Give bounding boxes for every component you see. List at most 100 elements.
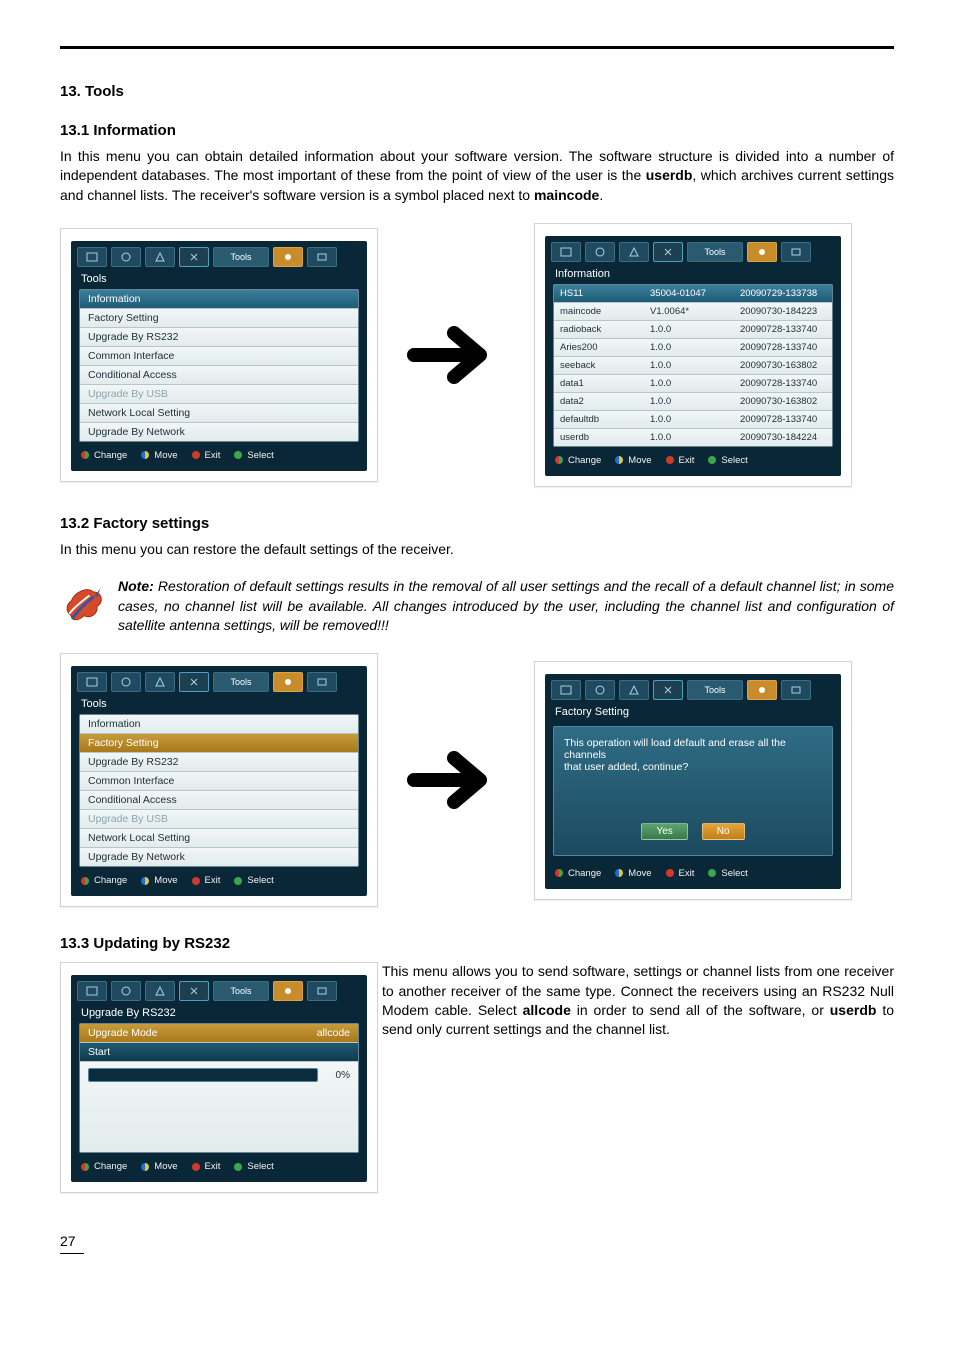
yes-button[interactable]: Yes [641, 823, 687, 840]
nav-dot [708, 456, 716, 464]
nav-dot [708, 869, 716, 877]
footer-exit: Exit [205, 875, 221, 886]
menu-item-usb[interactable]: Upgrade By USB [80, 385, 358, 404]
tab-icon[interactable] [747, 680, 777, 700]
tab-icon[interactable] [747, 242, 777, 262]
no-button[interactable]: No [702, 823, 745, 840]
tab-label[interactable]: Tools [213, 981, 269, 1001]
menu-item-upg-network[interactable]: Upgrade By Network [80, 423, 358, 441]
panel-title: Tools [71, 271, 367, 289]
info-cell: 20090728-133740 [734, 339, 832, 356]
tab-label[interactable]: Tools [687, 680, 743, 700]
menu-item-information[interactable]: Information [80, 290, 358, 309]
heading-tools: 13. Tools [60, 83, 894, 100]
menu-item-usb[interactable]: Upgrade By USB [80, 810, 358, 829]
tab-icon[interactable] [551, 242, 581, 262]
menu-item-ca[interactable]: Conditional Access [80, 791, 358, 810]
tab-label[interactable]: Tools [687, 242, 743, 262]
footer-select: Select [721, 455, 747, 466]
heading-13-2: 13.2 Factory settings [60, 515, 894, 532]
tab-icon[interactable] [781, 680, 811, 700]
info-cell: 1.0.0 [644, 393, 734, 410]
nav-dot [81, 877, 89, 885]
tab-icon[interactable] [585, 680, 615, 700]
tv-tools-menu: Tools Tools Information Factory Setting … [60, 228, 378, 482]
menu-item-network-local[interactable]: Network Local Setting [80, 829, 358, 848]
tv-tabs: Tools [545, 674, 841, 704]
dialog-line1: This operation will load default and era… [564, 737, 822, 761]
tab-icon[interactable] [145, 981, 175, 1001]
tab-label[interactable]: Tools [213, 247, 269, 267]
progress-bar [88, 1068, 318, 1082]
info-row[interactable]: radioback 1.0.0 20090728-133740 [554, 321, 832, 339]
note-label: Note: [118, 578, 154, 594]
footer-exit: Exit [679, 868, 695, 879]
rs-mode-row[interactable]: Upgrade Mode allcode [80, 1024, 358, 1043]
info-row[interactable]: defaultdb 1.0.0 20090728-133740 [554, 411, 832, 429]
info-row[interactable]: Aries200 1.0.0 20090728-133740 [554, 339, 832, 357]
info-row[interactable]: seeback 1.0.0 20090730-163802 [554, 357, 832, 375]
tv-rs232: Tools Upgrade By RS232 Upgrade Mode allc… [60, 962, 378, 1193]
heading-13-3: 13.3 Updating by RS232 [60, 935, 894, 952]
tab-icon[interactable] [307, 981, 337, 1001]
tab-icon[interactable] [307, 247, 337, 267]
tab-icon[interactable] [77, 247, 107, 267]
info-row[interactable]: data2 1.0.0 20090730-163802 [554, 393, 832, 411]
info-row[interactable]: HS11 35004-01047 20090729-133738 [554, 285, 832, 303]
footer-move: Move [628, 455, 651, 466]
menu-item-information[interactable]: Information [80, 715, 358, 734]
info-row[interactable]: data1 1.0.0 20090728-133740 [554, 375, 832, 393]
menu-item-upg-network[interactable]: Upgrade By Network [80, 848, 358, 866]
menu-item-network-local[interactable]: Network Local Setting [80, 404, 358, 423]
tv-information: Tools Information HS11 35004-01047 20090… [534, 223, 852, 487]
rs-progress: 0% [80, 1062, 358, 1152]
info-row[interactable]: userdb 1.0.0 20090730-184224 [554, 429, 832, 446]
note-text: Note: Restoration of default settings re… [118, 577, 894, 635]
info-cell: 20090728-133740 [734, 375, 832, 392]
nav-dot [666, 456, 674, 464]
tab-icon[interactable] [585, 242, 615, 262]
menu-item-ci[interactable]: Common Interface [80, 772, 358, 791]
tab-icon[interactable] [111, 981, 141, 1001]
tab-label[interactable]: Tools [213, 672, 269, 692]
tab-icon-active[interactable] [179, 981, 209, 1001]
menu-item-factory[interactable]: Factory Setting [80, 309, 358, 328]
tab-icon[interactable] [273, 672, 303, 692]
tab-icon[interactable] [111, 247, 141, 267]
tab-icon-active[interactable] [653, 242, 683, 262]
tab-icon[interactable] [551, 680, 581, 700]
tab-icon-active[interactable] [179, 247, 209, 267]
tab-icon[interactable] [781, 242, 811, 262]
tab-icon[interactable] [145, 247, 175, 267]
footer-exit: Exit [679, 455, 695, 466]
tab-icon-active[interactable] [179, 672, 209, 692]
menu-item-rs232[interactable]: Upgrade By RS232 [80, 753, 358, 772]
tv-tabs: Tools [71, 975, 367, 1005]
tab-icon[interactable] [111, 672, 141, 692]
info-cell: 1.0.0 [644, 321, 734, 338]
menu-item-ci[interactable]: Common Interface [80, 347, 358, 366]
info-row[interactable]: maincode V1.0064* 20090730-184223 [554, 303, 832, 321]
menu-item-rs232[interactable]: Upgrade By RS232 [80, 328, 358, 347]
nav-dot [555, 869, 563, 877]
rs-start-row[interactable]: Start [80, 1043, 358, 1062]
tab-icon[interactable] [307, 672, 337, 692]
footer-move: Move [154, 875, 177, 886]
info-cell: 1.0.0 [644, 411, 734, 428]
tab-icon[interactable] [77, 672, 107, 692]
menu-item-ca[interactable]: Conditional Access [80, 366, 358, 385]
nav-dot [615, 869, 623, 877]
tab-icon[interactable] [273, 981, 303, 1001]
tab-icon[interactable] [77, 981, 107, 1001]
footer-move: Move [628, 868, 651, 879]
tab-icon[interactable] [619, 680, 649, 700]
footer-change: Change [568, 868, 601, 879]
info-cell: 35004-01047 [644, 285, 734, 302]
tab-icon[interactable] [145, 672, 175, 692]
tab-icon-active[interactable] [653, 680, 683, 700]
tab-icon[interactable] [619, 242, 649, 262]
nav-dot [666, 869, 674, 877]
menu-item-factory[interactable]: Factory Setting [80, 734, 358, 753]
figure-row-3: Tools Upgrade By RS232 Upgrade Mode allc… [60, 962, 894, 1193]
tab-icon[interactable] [273, 247, 303, 267]
